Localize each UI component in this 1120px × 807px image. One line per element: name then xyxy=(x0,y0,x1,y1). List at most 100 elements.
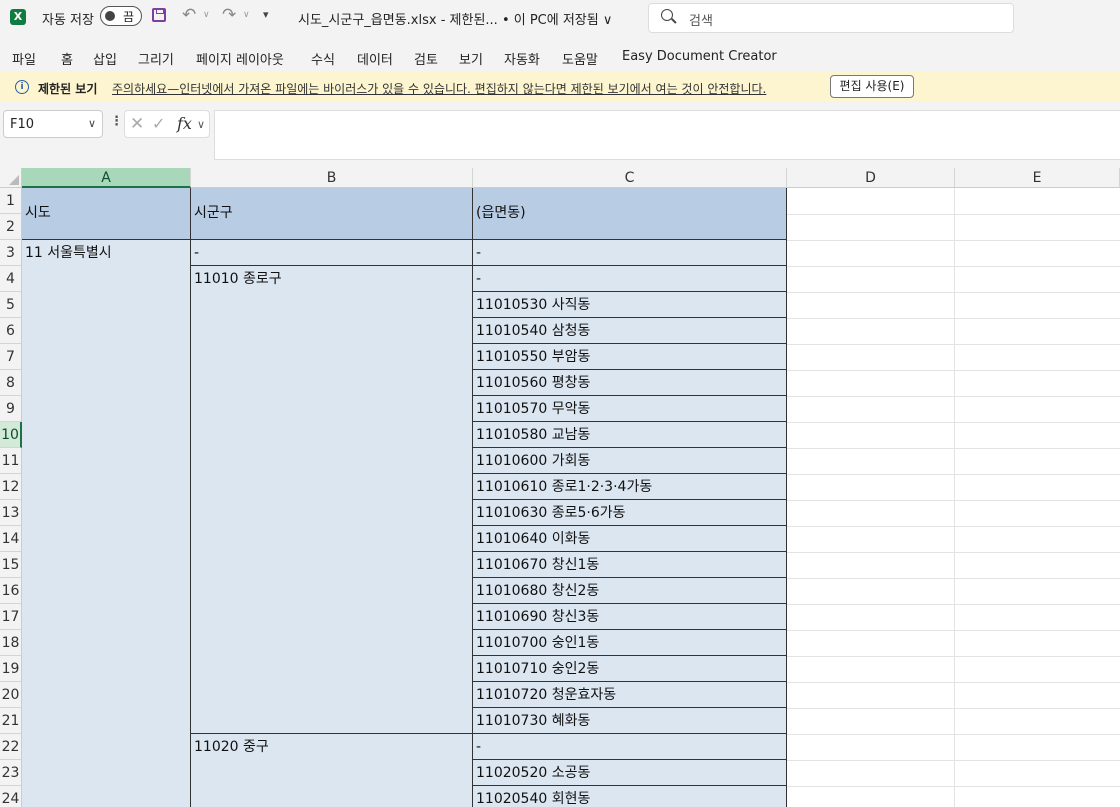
row-header[interactable]: 16 xyxy=(0,578,22,604)
row-header[interactable]: 2 xyxy=(0,214,22,240)
cell-c[interactable]: 11010600 가회동 xyxy=(473,448,787,474)
row-header[interactable]: 14 xyxy=(0,526,22,552)
save-icon[interactable] xyxy=(152,8,166,22)
cancel-icon[interactable]: ✕ xyxy=(130,114,144,134)
document-title[interactable]: 시도_시군구_읍면동.xlsx - 제한된... • 이 PC에 저장됨 ∨ xyxy=(298,9,612,28)
row-header[interactable]: 19 xyxy=(0,656,22,682)
column-header-b[interactable]: B xyxy=(191,168,473,188)
row-header[interactable]: 1 xyxy=(0,188,22,214)
row-header[interactable]: 5 xyxy=(0,292,22,318)
column-header-a[interactable]: A xyxy=(22,168,191,188)
row-header[interactable]: 23 xyxy=(0,760,22,786)
info-icon: i xyxy=(15,80,29,94)
cell-c[interactable]: - xyxy=(473,240,787,266)
search-placeholder: 검색 xyxy=(689,14,713,29)
enable-editing-button[interactable]: 편집 사용(E) xyxy=(830,75,914,98)
row-header[interactable]: 6 xyxy=(0,318,22,344)
chevron-down-icon[interactable]: ∨ xyxy=(88,117,96,130)
cell-b3[interactable]: - xyxy=(191,240,473,266)
cell-c[interactable]: 11010580 교남동 xyxy=(473,422,787,448)
cell-c[interactable]: 11010720 청운효자동 xyxy=(473,682,787,708)
cell-c[interactable]: - xyxy=(473,734,787,760)
cell-c[interactable]: 11010640 이화동 xyxy=(473,526,787,552)
tab-easy-document-creator[interactable]: Easy Document Creator xyxy=(622,49,777,64)
column-header-c[interactable]: C xyxy=(473,168,787,188)
cell-c[interactable]: - xyxy=(473,266,787,292)
undo-icon[interactable]: ↶ xyxy=(182,5,196,25)
tab-home[interactable]: 홈 xyxy=(61,49,73,68)
redo-dropdown-icon[interactable]: ∨ xyxy=(243,10,250,20)
cell-c[interactable]: 11020520 소공동 xyxy=(473,760,787,786)
cell-c[interactable]: 11010540 삼청동 xyxy=(473,318,787,344)
row-header[interactable]: 12 xyxy=(0,474,22,500)
cell-c[interactable]: 11010700 숭인1동 xyxy=(473,630,787,656)
tab-file[interactable]: 파일 xyxy=(12,49,36,68)
tab-formulas[interactable]: 수식 xyxy=(311,49,335,68)
header-cell-eupmyeondong[interactable]: (읍면동) xyxy=(473,188,787,240)
formula-input[interactable] xyxy=(214,110,1120,160)
row-header[interactable]: 18 xyxy=(0,630,22,656)
column-header-d[interactable]: D xyxy=(787,168,955,188)
row-header[interactable]: 20 xyxy=(0,682,22,708)
row-header[interactable]: 13 xyxy=(0,500,22,526)
cell-c[interactable]: 11010670 창신1동 xyxy=(473,552,787,578)
cell-c[interactable]: 11010550 부암동 xyxy=(473,344,787,370)
cell-c[interactable]: 11010570 무악동 xyxy=(473,396,787,422)
excel-logo-icon: X xyxy=(10,9,26,25)
row-header[interactable]: 4 xyxy=(0,266,22,292)
tab-draw[interactable]: 그리기 xyxy=(138,49,174,68)
row-header[interactable]: 9 xyxy=(0,396,22,422)
more-options-icon[interactable]: ⋮ xyxy=(110,114,123,129)
tab-view[interactable]: 보기 xyxy=(459,49,483,68)
tab-automate[interactable]: 자동화 xyxy=(504,49,540,68)
cell-c[interactable]: 11010710 숭인2동 xyxy=(473,656,787,682)
enter-icon[interactable]: ✓ xyxy=(152,114,165,133)
cell-c[interactable]: 11010690 창신3동 xyxy=(473,604,787,630)
row-header[interactable]: 11 xyxy=(0,448,22,474)
message-text[interactable]: 주의하세요—인터넷에서 가져온 파일에는 바이러스가 있을 수 있습니다. 편집… xyxy=(112,80,766,97)
search-icon xyxy=(661,9,673,21)
cell-c[interactable]: 11010730 혜화동 xyxy=(473,708,787,734)
row-header[interactable]: 10 xyxy=(0,422,22,448)
cell-c[interactable]: 11010530 사직동 xyxy=(473,292,787,318)
header-cell-sido[interactable]: 시도 xyxy=(22,188,191,240)
expand-formula-icon[interactable]: ∨ xyxy=(197,118,205,131)
row-header[interactable]: 8 xyxy=(0,370,22,396)
toggle-knob xyxy=(105,11,115,21)
undo-dropdown-icon[interactable]: ∨ xyxy=(203,10,210,20)
autosave-label: 자동 저장 xyxy=(42,13,94,28)
tab-data[interactable]: 데이터 xyxy=(357,49,393,68)
row-header[interactable]: 17 xyxy=(0,604,22,630)
row-header[interactable]: 15 xyxy=(0,552,22,578)
worksheet-grid[interactable]: A B C D E 1 2 3 4 5 6 7 8 9 10 11 12 13 … xyxy=(0,168,1120,807)
cell-b22-jung[interactable]: 11020 중구 xyxy=(191,734,473,807)
tab-insert[interactable]: 삽입 xyxy=(93,49,117,68)
cell-c[interactable]: 11010560 평창동 xyxy=(473,370,787,396)
ribbon-tabs: 파일 홈 삽입 그리기 페이지 레이아웃 수식 데이터 검토 보기 자동화 도움… xyxy=(0,40,1120,72)
cell-c[interactable]: 11020540 회현동 xyxy=(473,786,787,807)
tab-help[interactable]: 도움말 xyxy=(562,49,598,68)
autosave-state: 끔 xyxy=(123,10,135,24)
header-cell-sigungu[interactable]: 시군구 xyxy=(191,188,473,240)
row-header[interactable]: 22 xyxy=(0,734,22,760)
tab-page-layout[interactable]: 페이지 레이아웃 xyxy=(196,49,284,68)
column-header-e[interactable]: E xyxy=(955,168,1120,188)
customize-toolbar-icon[interactable]: ▾ xyxy=(263,8,269,21)
row-header[interactable]: 7 xyxy=(0,344,22,370)
autosave-toggle[interactable]: 끔 xyxy=(100,6,142,26)
redo-icon[interactable]: ↷ xyxy=(222,5,236,25)
cell-a3-sido[interactable]: 11 서울특별시 xyxy=(22,240,191,807)
insert-function-icon[interactable]: fx xyxy=(177,114,192,133)
search-box[interactable]: 검색 xyxy=(648,3,1014,33)
name-box[interactable]: F10 ∨ xyxy=(3,110,103,138)
cell-c[interactable]: 11010610 종로1·2·3·4가동 xyxy=(473,474,787,500)
cell-c[interactable]: 11010630 종로5·6가동 xyxy=(473,500,787,526)
select-all-button[interactable] xyxy=(0,168,22,188)
cell-c[interactable]: 11010680 창신2동 xyxy=(473,578,787,604)
tab-review[interactable]: 검토 xyxy=(414,49,438,68)
formula-buttons: ✕ ✓ fx ∨ xyxy=(124,110,210,138)
row-header[interactable]: 21 xyxy=(0,708,22,734)
row-header[interactable]: 3 xyxy=(0,240,22,266)
row-header[interactable]: 24 xyxy=(0,786,22,807)
cell-b4-jongno[interactable]: 11010 종로구 xyxy=(191,266,473,734)
